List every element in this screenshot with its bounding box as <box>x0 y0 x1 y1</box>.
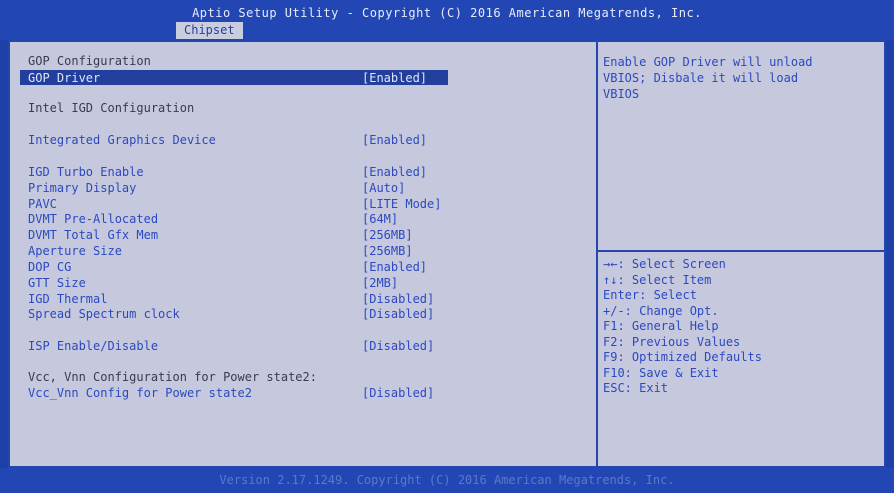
setting-value[interactable]: [64M] <box>362 212 398 226</box>
setting-value[interactable]: [2MB] <box>362 276 398 290</box>
setting-value[interactable]: [Disabled] <box>362 292 434 306</box>
help-line: Enable GOP Driver will unload <box>603 55 813 69</box>
setting-value[interactable]: [Auto] <box>362 181 405 195</box>
setting-value[interactable]: [LITE Mode] <box>362 197 441 211</box>
key-hint: ↑↓: Select Item <box>603 272 712 287</box>
setting-value[interactable]: [Disabled] <box>362 307 434 321</box>
section-heading: Vcc, Vnn Configuration for Power state2: <box>28 370 317 384</box>
setting-label: Primary Display <box>28 181 137 195</box>
tab-chipset[interactable]: Chipset <box>176 22 243 39</box>
main-panel: GOP Configuration GOP Driver [Enabled] I… <box>8 40 886 468</box>
footer-version: Version 2.17.1249. Copyright (C) 2016 Am… <box>0 468 894 493</box>
help-text: Enable GOP Driver will unload VBIOS; Dis… <box>603 54 879 102</box>
setting-label: GOP Driver <box>28 71 101 85</box>
setting-label: Vcc_Vnn Config for Power state2 <box>28 386 252 400</box>
section-heading: GOP Configuration <box>28 54 151 68</box>
setting-value[interactable]: [Enabled] <box>362 260 427 274</box>
key-hint: ESC: Exit <box>603 381 669 395</box>
help-line: VBIOS <box>603 87 640 101</box>
setting-value[interactable]: [Enabled] <box>362 165 427 179</box>
app-title: Aptio Setup Utility - Copyright (C) 2016… <box>192 6 702 20</box>
key-hint: Enter: Select <box>603 288 697 302</box>
setting-value[interactable]: [256MB] <box>362 244 413 258</box>
setting-label: IGD Thermal <box>28 292 108 306</box>
panel-divider <box>596 42 598 466</box>
setting-label: IGD Turbo Enable <box>28 165 144 179</box>
setting-label: DVMT Total Gfx Mem <box>28 228 159 242</box>
setting-label: Aperture Size <box>28 244 122 258</box>
header-bar: Aptio Setup Utility - Copyright (C) 2016… <box>0 0 894 40</box>
key-hint: F2: Previous Values <box>603 334 741 349</box>
setting-value[interactable]: [Disabled] <box>362 386 434 400</box>
setting-label: GTT Size <box>28 276 86 290</box>
help-line: VBIOS; Disbale it will load <box>603 71 799 85</box>
setting-label: ISP Enable/Disable <box>28 339 159 353</box>
setting-label: Integrated Graphics Device <box>28 133 216 147</box>
setting-label: DOP CG <box>28 260 72 274</box>
setting-label: Spread Spectrum clock <box>28 307 180 321</box>
key-hint: F10: Save & Exit <box>603 365 719 380</box>
setting-value[interactable]: [Disabled] <box>362 339 434 353</box>
setting-value[interactable]: [Enabled] <box>362 71 427 85</box>
key-hint: +/-: Change Opt. <box>603 303 719 318</box>
setting-value[interactable]: [256MB] <box>362 228 413 242</box>
key-hint: →←: Select Screen <box>603 257 726 271</box>
key-hint: F1: General Help <box>603 319 719 333</box>
setting-label: DVMT Pre-Allocated <box>28 212 159 226</box>
setting-value[interactable]: [Enabled] <box>362 133 427 147</box>
help-separator <box>598 250 886 252</box>
key-legend: →←: Select Screen ↑↓: Select Item Enter:… <box>603 257 762 397</box>
setting-label: PAVC <box>28 197 57 211</box>
section-heading: Intel IGD Configuration <box>28 101 195 115</box>
key-hint: F9: Optimized Defaults <box>603 350 762 364</box>
